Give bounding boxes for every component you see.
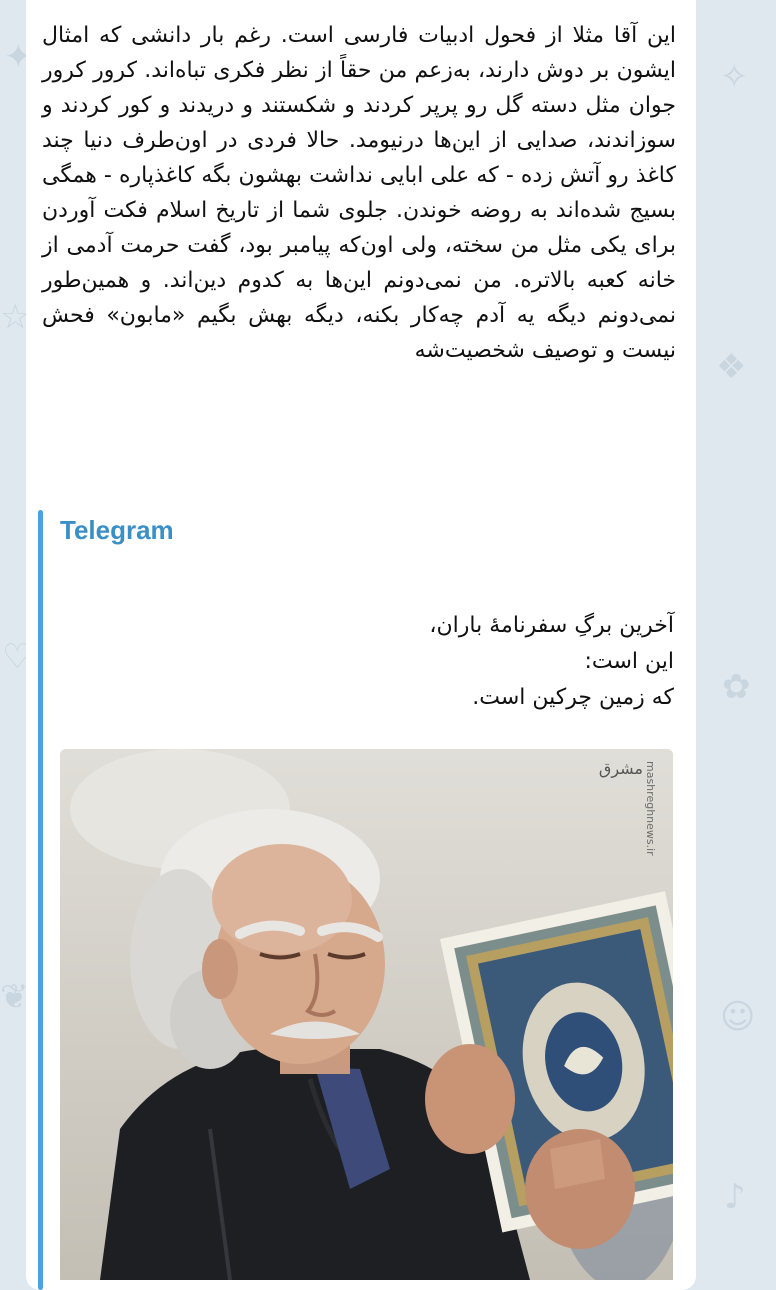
description-line: آخرین برگِ سفرنامهٔ باران،	[429, 613, 674, 638]
description-line: این است:	[584, 649, 674, 674]
gift-doodle-icon: ❖	[716, 347, 747, 387]
smile-doodle-icon: ☺	[720, 997, 756, 1037]
music-doodle-icon: ♪	[724, 1177, 746, 1217]
link-preview-site-name[interactable]: Telegram	[60, 515, 174, 546]
leaf-doodle-icon: ❦	[0, 977, 29, 1017]
description-line: که زمین چرکین است.	[472, 685, 674, 710]
message-text: این آقا مثلا از فحول ادبیات فارسی است. ر…	[42, 23, 676, 363]
fish-doodle-icon: ✧	[720, 57, 749, 97]
man-reading-book-illustration	[60, 749, 673, 1280]
watermark-logo: مشرق	[598, 759, 643, 778]
link-preview-accent-bar	[38, 510, 43, 1290]
bone-doodle-icon: ✿	[722, 667, 751, 707]
watermark-site: mashreghnews.ir	[644, 761, 657, 856]
link-preview-photo[interactable]: مشرق mashreghnews.ir	[60, 749, 673, 1280]
link-preview-description: آخرین برگِ سفرنامهٔ باران، این است: که ز…	[114, 608, 674, 716]
